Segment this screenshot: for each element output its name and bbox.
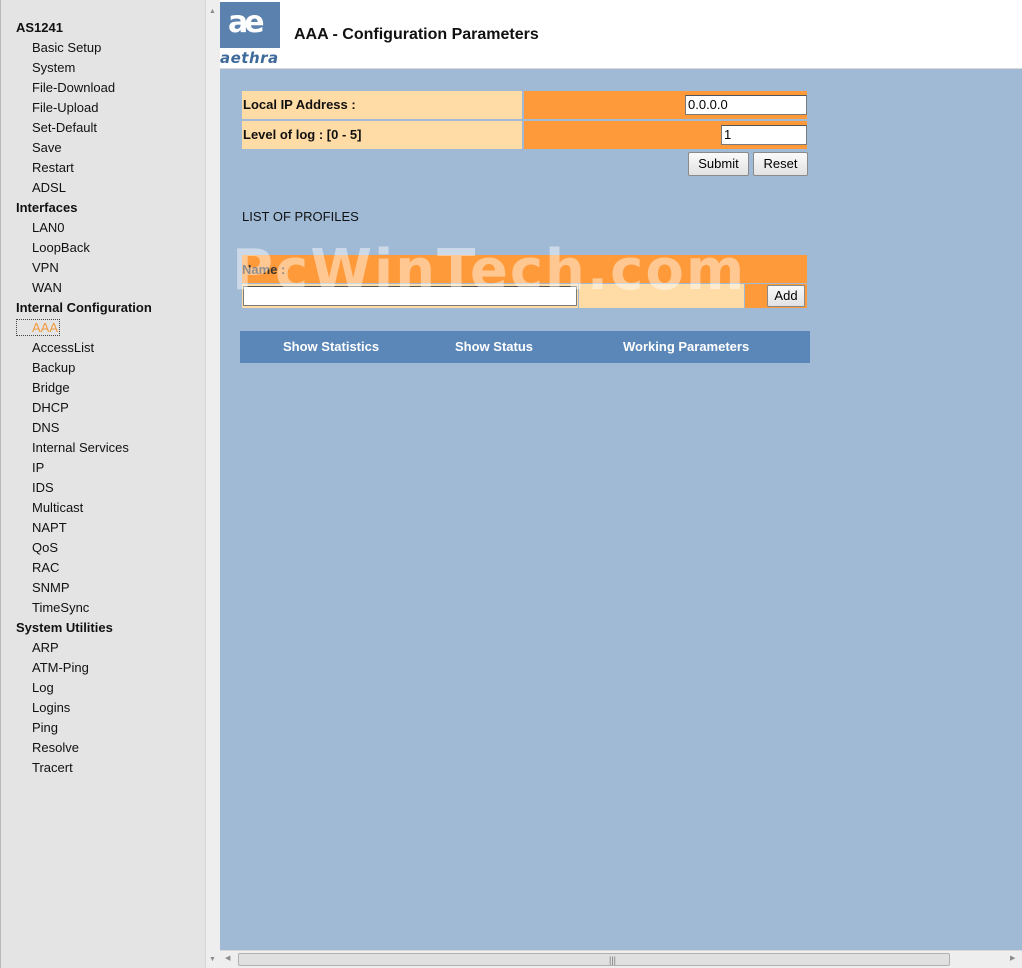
scroll-left-arrow-icon[interactable]: ◀ (225, 955, 230, 963)
nav-item-system[interactable]: System (32, 60, 75, 75)
logo-mark: ae (228, 5, 265, 40)
local-ip-label: Local IP Address : (242, 91, 522, 119)
nav-item-atm-ping[interactable]: ATM-Ping (32, 660, 89, 675)
content-frame: ae aethra AAA - Configuration Parameters… (220, 0, 1022, 968)
nav-item-timesync[interactable]: TimeSync (32, 600, 89, 615)
nav-item-log[interactable]: Log (32, 680, 54, 695)
log-level-input[interactable]: 1 (721, 125, 807, 145)
nav-item-accesslist[interactable]: AccessList (32, 340, 94, 355)
scrollbar-grip-icon: ||| (609, 955, 617, 965)
navigation-frame: AS1241 Basic Setup System File-Download … (0, 0, 221, 968)
scroll-down-arrow-icon[interactable]: ▼ (209, 956, 216, 964)
page-title: AAA - Configuration Parameters (294, 26, 539, 43)
nav-item-arp[interactable]: ARP (32, 640, 59, 655)
tab-show-statistics[interactable]: Show Statistics (283, 331, 379, 363)
nav-vertical-scrollbar[interactable]: ▲ ▼ (205, 0, 221, 968)
profile-name-label: Name : (242, 262, 286, 277)
nav-item-ip[interactable]: IP (32, 460, 44, 475)
horizontal-scrollbar[interactable]: ◀ ||| ▶ (220, 950, 1022, 968)
aethra-logo-icon: ae (220, 2, 280, 48)
scrollbar-thumb[interactable]: ||| (238, 953, 950, 966)
nav-item-backup[interactable]: Backup (32, 360, 75, 375)
bottom-tab-bar: Show Statistics Show Status Working Para… (240, 331, 810, 363)
local-ip-cell: 0.0.0.0 (524, 91, 807, 119)
nav-item-qos[interactable]: QoS (32, 540, 58, 555)
profile-name-cell (242, 284, 578, 308)
profile-add-cell: Add (745, 284, 807, 308)
nav-item-file-download[interactable]: File-Download (32, 80, 115, 95)
nav-section-internal-configuration: Internal Configuration (16, 300, 152, 315)
tab-working-parameters[interactable]: Working Parameters (623, 331, 749, 363)
nav-item-napt[interactable]: NAPT (32, 520, 67, 535)
nav-item-dhcp[interactable]: DHCP (32, 400, 69, 415)
nav-item-save[interactable]: Save (32, 140, 62, 155)
nav-section-as1241: AS1241 (16, 20, 63, 35)
scroll-up-arrow-icon[interactable]: ▲ (209, 8, 216, 16)
profile-empty-cell (579, 284, 744, 308)
nav-item-rac[interactable]: RAC (32, 560, 59, 575)
nav-item-ids[interactable]: IDS (32, 480, 54, 495)
profiles-list-title: LIST OF PROFILES (242, 209, 359, 224)
nav-item-restart[interactable]: Restart (32, 160, 74, 175)
nav-item-internal-services[interactable]: Internal Services (32, 440, 129, 455)
nav-item-lan0[interactable]: LAN0 (32, 220, 65, 235)
nav-item-set-default[interactable]: Set-Default (32, 120, 97, 135)
nav-item-wan[interactable]: WAN (32, 280, 62, 295)
local-ip-input[interactable]: 0.0.0.0 (685, 95, 807, 115)
tab-show-status[interactable]: Show Status (455, 331, 533, 363)
nav-item-loopback[interactable]: LoopBack (32, 240, 90, 255)
page-header: ae aethra AAA - Configuration Parameters (220, 0, 1022, 69)
nav-item-snmp[interactable]: SNMP (32, 580, 70, 595)
nav-item-adsl[interactable]: ADSL (32, 180, 66, 195)
nav-item-vpn[interactable]: VPN (32, 260, 59, 275)
nav-section-interfaces: Interfaces (16, 200, 78, 215)
nav-section-system-utilities: System Utilities (16, 620, 113, 635)
profile-name-header (242, 255, 807, 283)
add-profile-button[interactable]: Add (767, 285, 805, 307)
log-level-cell: 1 (524, 121, 807, 149)
submit-button[interactable]: Submit (688, 152, 749, 176)
scroll-right-arrow-icon[interactable]: ▶ (1010, 955, 1015, 963)
nav-item-bridge[interactable]: Bridge (32, 380, 70, 395)
nav-item-aaa[interactable]: AAA (16, 319, 60, 336)
logo-text: aethra (220, 49, 279, 67)
profile-name-input[interactable] (243, 286, 577, 306)
nav-item-file-upload[interactable]: File-Upload (32, 100, 98, 115)
nav-item-tracert[interactable]: Tracert (32, 760, 73, 775)
log-level-label: Level of log : [0 - 5] (242, 121, 522, 149)
reset-button[interactable]: Reset (753, 152, 808, 176)
nav-item-multicast[interactable]: Multicast (32, 500, 83, 515)
nav-item-logins[interactable]: Logins (32, 700, 70, 715)
nav-item-resolve[interactable]: Resolve (32, 740, 79, 755)
nav-item-basic-setup[interactable]: Basic Setup (32, 40, 101, 55)
nav-item-dns[interactable]: DNS (32, 420, 59, 435)
nav-item-ping[interactable]: Ping (32, 720, 58, 735)
